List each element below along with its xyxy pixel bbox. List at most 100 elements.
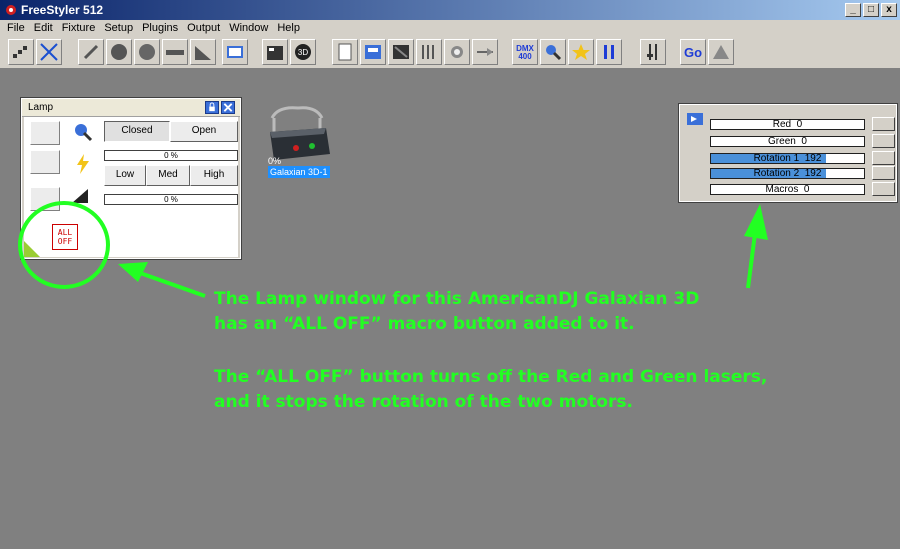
arrow-right-icon[interactable] [687, 113, 703, 125]
stairs-icon [13, 46, 27, 58]
high-button[interactable]: High [190, 165, 238, 186]
pause-button[interactable] [596, 39, 622, 65]
triangle-button[interactable] [708, 39, 734, 65]
cue-icon [365, 45, 381, 59]
low-button[interactable]: Low [104, 165, 146, 186]
fixture-move-button[interactable] [162, 39, 188, 65]
menu-window[interactable]: Window [226, 20, 274, 37]
rotation1-channel-button[interactable] [872, 151, 895, 165]
pen-button[interactable] [78, 39, 104, 65]
fader-board-icon [267, 46, 283, 60]
macros-value: 0 [803, 184, 810, 195]
lamp-window: Lamp Closed Open 0 % Low Med High 0 % AL… [20, 97, 242, 260]
go-label: Go [683, 45, 703, 60]
gobo-wheel-icon [111, 44, 127, 60]
dimmer-bar[interactable]: 0 % [104, 150, 238, 161]
caption-line4: and it stops the rotation of the two mot… [214, 392, 633, 412]
pen-icon [83, 44, 99, 60]
3d-view-button[interactable]: 3D [290, 39, 316, 65]
stage-view-button[interactable] [8, 39, 34, 65]
caption-line2: has an “ALL OFF” macro button added to i… [214, 314, 635, 334]
menu-fixture[interactable]: Fixture [59, 20, 102, 37]
macros-channel-row[interactable]: Macros 0 [710, 184, 865, 195]
spot-button[interactable] [444, 39, 470, 65]
grid-icon [227, 46, 243, 58]
beam-button[interactable] [472, 39, 498, 65]
ramp-button[interactable] [190, 39, 216, 65]
menu-bar: File Edit Fixture Setup Plugins Output W… [0, 20, 900, 37]
lamp-icon [546, 45, 562, 61]
rotation2-channel-button[interactable] [872, 166, 895, 180]
close-icon [223, 103, 233, 112]
closed-button[interactable]: Closed [104, 121, 170, 142]
gobo-wheel-button[interactable] [106, 39, 132, 65]
maximize-button[interactable]: □ [863, 3, 879, 17]
minimize-button[interactable]: _ [845, 3, 861, 17]
all-off-line1: ALL [57, 228, 73, 237]
menu-output[interactable]: Output [184, 20, 226, 37]
menu-edit[interactable]: Edit [31, 20, 59, 37]
lamp-title-bar[interactable]: Lamp [22, 99, 240, 117]
lightning-icon [77, 154, 89, 174]
lock-icon [209, 102, 215, 112]
pause-icon [604, 45, 614, 59]
menu-file[interactable]: File [4, 20, 31, 37]
grid-button[interactable] [222, 39, 248, 65]
color-wheel-button[interactable] [134, 39, 160, 65]
green-label: Green [768, 136, 796, 147]
red-channel-button[interactable] [872, 117, 895, 131]
svg-text:3D: 3D [298, 48, 308, 57]
med-button[interactable]: Med [146, 165, 190, 186]
lamp-title: Lamp [28, 102, 54, 113]
color-wheel-icon [139, 44, 155, 60]
film-icon [393, 45, 409, 59]
sequence-button[interactable] [388, 39, 414, 65]
fixture-name-label[interactable]: Galaxian 3D-1 [268, 166, 330, 178]
close-button[interactable]: x [881, 3, 897, 17]
lock-button[interactable] [205, 101, 219, 114]
title-bar: FreeStyler 512 _ □ x [0, 0, 900, 20]
beam-icon [477, 48, 493, 56]
new-document-button[interactable] [332, 39, 358, 65]
dimmer-channel-button[interactable] [30, 150, 60, 174]
speed-bar[interactable]: 0 % [104, 194, 238, 205]
caption-line1: The Lamp window for this AmericanDJ Gala… [214, 289, 700, 309]
document-icon [338, 43, 352, 61]
all-off-macro-button[interactable]: ALL OFF [52, 224, 78, 250]
rotation2-channel-row[interactable]: Rotation 2 192 [710, 168, 865, 179]
crossing-beams-button[interactable] [36, 39, 62, 65]
master-fader-button[interactable] [640, 39, 666, 65]
shutter-channel-button[interactable] [30, 121, 60, 145]
go-button[interactable]: Go [680, 39, 706, 65]
macros-channel-button[interactable] [872, 182, 895, 196]
caption-line3: The “ALL OFF” button turns off the Red a… [214, 367, 768, 387]
menu-help[interactable]: Help [274, 20, 306, 37]
fixture-percent: 0% [268, 156, 282, 166]
toolbar: 3D DMX 400 Go [0, 37, 900, 69]
favorites-button[interactable] [568, 39, 594, 65]
dmx-output-button[interactable]: DMX 400 [512, 39, 538, 65]
channel-panel: Red 0 Green 0 Rotation 1 192 Rotation 2 … [678, 103, 898, 203]
fader-board-button[interactable] [262, 39, 288, 65]
lamp-button[interactable] [540, 39, 566, 65]
rotation1-channel-row[interactable]: Rotation 1 192 [710, 153, 865, 164]
lamp-close-button[interactable] [221, 101, 235, 114]
lamp-body: Closed Open 0 % Low Med High 0 % ALL OFF [24, 117, 238, 257]
crossing-beams-icon [40, 43, 58, 61]
app-logo-icon [6, 5, 16, 15]
rotation1-label: Rotation 1 [753, 153, 800, 164]
cue-button[interactable] [360, 39, 386, 65]
red-value: 0 [796, 119, 803, 130]
red-label: Red [772, 119, 792, 130]
menu-setup[interactable]: Setup [101, 20, 139, 37]
resize-grip-icon[interactable] [24, 241, 40, 257]
green-channel-row[interactable]: Green 0 [710, 136, 865, 147]
red-channel-row[interactable]: Red 0 [710, 119, 865, 130]
green-channel-button[interactable] [872, 134, 895, 148]
fader-icon [647, 44, 657, 60]
faders-button[interactable] [416, 39, 442, 65]
green-value: 0 [801, 136, 807, 147]
open-button[interactable]: Open [170, 121, 238, 142]
speed-channel-button[interactable] [30, 187, 60, 211]
menu-plugins[interactable]: Plugins [139, 20, 184, 37]
